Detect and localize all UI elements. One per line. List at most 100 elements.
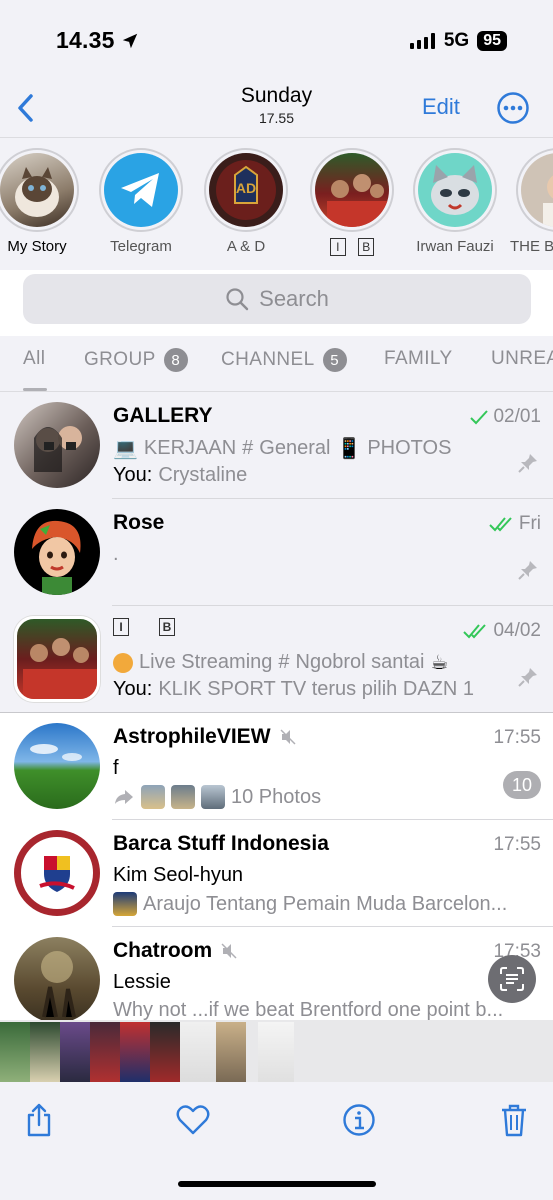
search-icon (226, 288, 249, 311)
story-telegram[interactable]: Telegram (91, 148, 191, 255)
unread-badge: 10 (503, 771, 541, 799)
photo-thumbnail (171, 785, 195, 809)
active-tab-indicator (23, 388, 47, 391)
location-arrow-icon (122, 33, 138, 49)
chat-time: Fri (489, 513, 541, 535)
story-a-and-d[interactable]: AD A & D (196, 148, 296, 255)
chat-title: Barca Stuff Indonesia (113, 832, 329, 855)
photo-thumbnail[interactable] (150, 1022, 180, 1082)
chat-row-astrophileview[interactable]: AstrophileVIEW 17:55 f 10 Photos 10 (0, 713, 553, 820)
story-my-story[interactable]: My Story (0, 148, 87, 255)
avatar (14, 402, 100, 488)
chat-sender: f (113, 757, 119, 779)
search-input[interactable]: Search (23, 274, 531, 324)
more-button[interactable] (496, 91, 530, 130)
photo-thumbnail[interactable] (60, 1022, 90, 1082)
avatar (521, 153, 553, 227)
chat-time: 17:55 (493, 727, 541, 748)
tab-group[interactable]: GROUP 8 (84, 348, 188, 372)
tab-family[interactable]: FAMILY (384, 348, 453, 370)
bottom-toolbar (0, 1082, 553, 1200)
photo-thumbnail-strip[interactable] (0, 1020, 553, 1082)
trash-icon (502, 1104, 526, 1137)
hashtag-icon: # (242, 437, 254, 459)
chat-sender: Lessie (113, 971, 171, 993)
photo-thumbnail[interactable] (180, 1022, 216, 1082)
tab-unread[interactable]: UNREA (491, 348, 553, 370)
status-bar: 14.35 5G 95 (0, 0, 553, 80)
tab-badge: 8 (163, 348, 188, 372)
stories-row: My Story Telegram AD A & D I BI B Irwan … (0, 138, 553, 270)
double-check-icon (463, 624, 487, 639)
photo-thumbnail[interactable] (258, 1022, 294, 1082)
chat-row-i-b[interactable]: IBI B 04/02 Live Streaming # Ngobrol san… (0, 606, 553, 713)
story-the-b[interactable]: THE B (508, 148, 553, 255)
share-icon (27, 1103, 51, 1137)
chat-sender: Kim Seol-hyun (113, 864, 244, 886)
signal-icon (409, 33, 435, 49)
photo-thumbnail[interactable] (120, 1022, 150, 1082)
story-label: THE B (510, 238, 553, 255)
forward-icon (115, 790, 133, 804)
chat-time: 17:55 (493, 834, 541, 855)
ellipsis-circle-icon (497, 92, 529, 124)
avatar (14, 723, 100, 809)
chat-row-gallery[interactable]: GALLERY 02/01 💻 KERJAAN # General 📱 PHOT… (0, 392, 553, 499)
chat-title: IBI B (113, 618, 175, 636)
svg-text:AD: AD (236, 180, 256, 196)
delete-button[interactable] (494, 1100, 534, 1140)
search-placeholder: Search (259, 286, 329, 311)
story-i-b[interactable]: I BI B (302, 148, 402, 256)
info-button[interactable] (339, 1100, 379, 1140)
muted-icon (221, 943, 237, 959)
chat-topics: Live Streaming # Ngobrol santai ☕ (113, 650, 533, 675)
nav-bar: Sunday 17.55 Edit (0, 80, 553, 138)
hashtag-icon: # (278, 651, 290, 673)
heart-icon (176, 1105, 210, 1135)
photo-thumbnail[interactable] (30, 1022, 60, 1082)
page-title: Sunday (240, 84, 313, 107)
photo-thumbnail[interactable] (0, 1022, 30, 1082)
chat-preview: Why not ...if we beat Brentford one poin… (113, 999, 504, 1020)
chat-row-chatroom[interactable]: Chatroom 17:53 Lessie Why not ...if we b… (0, 927, 553, 1020)
photo-thumbnail (201, 785, 225, 809)
pin-icon (518, 561, 537, 580)
info-icon (343, 1104, 375, 1136)
pin-icon (518, 668, 537, 687)
avatar: AD (209, 153, 283, 227)
tab-all[interactable]: All (23, 348, 45, 370)
chat-topics: 💻 KERJAAN # General 📱 PHOTOS (113, 437, 452, 460)
edit-button[interactable]: Edit (422, 94, 460, 120)
live-text-button[interactable] (488, 955, 536, 1003)
favorite-button[interactable] (173, 1100, 213, 1140)
chat-title: Chatroom (113, 939, 238, 963)
chat-preview: Araujo Tentang Pemain Muda Barcelon... (113, 892, 533, 916)
chat-list: GALLERY 02/01 💻 KERJAAN # General 📱 PHOT… (0, 392, 553, 1020)
story-irwan-fauzi[interactable]: Irwan Fauzi (405, 148, 505, 255)
laptop-icon: 💻 (113, 438, 138, 460)
avatar (0, 153, 74, 227)
clock-icon (113, 652, 133, 673)
photo-thumbnail[interactable] (216, 1022, 246, 1082)
chat-title: Rose (113, 511, 165, 534)
tab-channel[interactable]: CHANNEL 5 (221, 348, 347, 372)
chat-title: GALLERY (113, 404, 213, 427)
tab-badge: 5 (322, 348, 347, 372)
battery-level: 95 (477, 31, 507, 51)
chat-preview: You: Crystaline (113, 464, 248, 486)
status-indicators: 5G 95 (409, 30, 507, 52)
status-time: 14.35 (56, 27, 139, 54)
chat-row-barca-stuff-indonesia[interactable]: Barca Stuff Indonesia 17:55 Kim Seol-hyu… (0, 820, 553, 927)
pin-icon (518, 454, 537, 473)
photo-thumbnail (141, 785, 165, 809)
telegram-logo-icon (104, 153, 178, 227)
photo-thumbnail[interactable] (90, 1022, 120, 1082)
chat-row-rose[interactable]: Rose Fri . (0, 499, 553, 606)
chat-time: 02/01 (469, 406, 541, 428)
photo-thumbnail (113, 892, 137, 916)
story-label: I BI B (302, 238, 402, 256)
phone-icon: 📱 (336, 438, 362, 460)
share-button[interactable] (19, 1100, 59, 1140)
chat-title: AstrophileVIEW (113, 725, 297, 749)
story-label: My Story (7, 238, 67, 255)
